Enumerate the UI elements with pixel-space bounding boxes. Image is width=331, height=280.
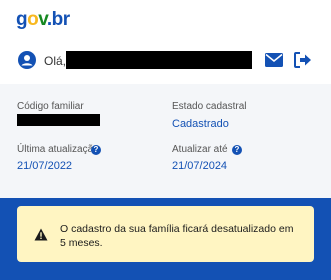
estado-cadastral-label: Estado cadastral [172, 101, 247, 112]
warning-icon [34, 228, 48, 241]
estado-cadastral-value: Cadastrado [172, 118, 229, 130]
logout-icon[interactable] [294, 52, 312, 68]
codigo-familiar-label: Código familiar [17, 101, 84, 112]
top-bar: gov.br [0, 0, 331, 40]
ultima-atualizacao-value: 21/07/2022 [17, 160, 73, 172]
user-circle-icon[interactable] [18, 51, 36, 69]
ultima-atualizacao-label: Última atualização [17, 144, 99, 155]
atualizar-ate-value: 21/07/2024 [172, 160, 228, 172]
codigo-familiar-value-redacted [17, 114, 100, 126]
govbr-logo[interactable]: gov.br [16, 9, 70, 31]
user-name-redacted [66, 51, 252, 69]
mail-icon[interactable] [265, 53, 283, 67]
greeting-text: Olá, [44, 54, 67, 68]
alert-message: O cadastro da sua família ficará desatua… [60, 223, 294, 249]
help-icon[interactable]: ? [232, 145, 242, 155]
atualizar-ate-label: Atualizar até [172, 144, 228, 155]
warning-alert: O cadastro da sua família ficará desatua… [17, 206, 314, 262]
user-bar: Olá, [0, 40, 331, 85]
help-icon[interactable]: ? [91, 145, 101, 155]
